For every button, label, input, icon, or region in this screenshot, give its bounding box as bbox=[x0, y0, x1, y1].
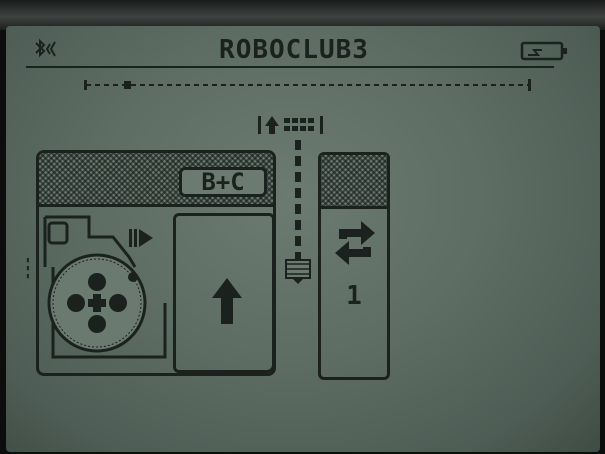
loop-block-header bbox=[321, 155, 387, 209]
move-block[interactable]: B+C bbox=[36, 150, 276, 376]
program-title: ROBOCLUB3 bbox=[219, 35, 369, 65]
program-timeline-scrollbar[interactable] bbox=[84, 78, 534, 92]
play-forward-icon bbox=[129, 229, 153, 247]
battery-icon bbox=[520, 41, 567, 61]
title-divider bbox=[26, 66, 554, 68]
loop-count: 1 bbox=[346, 281, 362, 311]
loop-cycle-icon bbox=[335, 221, 375, 265]
side-marker: ▮▮▮ bbox=[24, 256, 32, 280]
loop-block[interactable]: 1 bbox=[318, 152, 390, 380]
lcd-screen: ROBOCLUB3 B+C ▮▮▮ 1 bbox=[6, 26, 600, 452]
move-block-header: B+C bbox=[39, 153, 273, 207]
bluetooth-icon bbox=[35, 38, 56, 58]
arrow-up-icon bbox=[212, 278, 242, 324]
